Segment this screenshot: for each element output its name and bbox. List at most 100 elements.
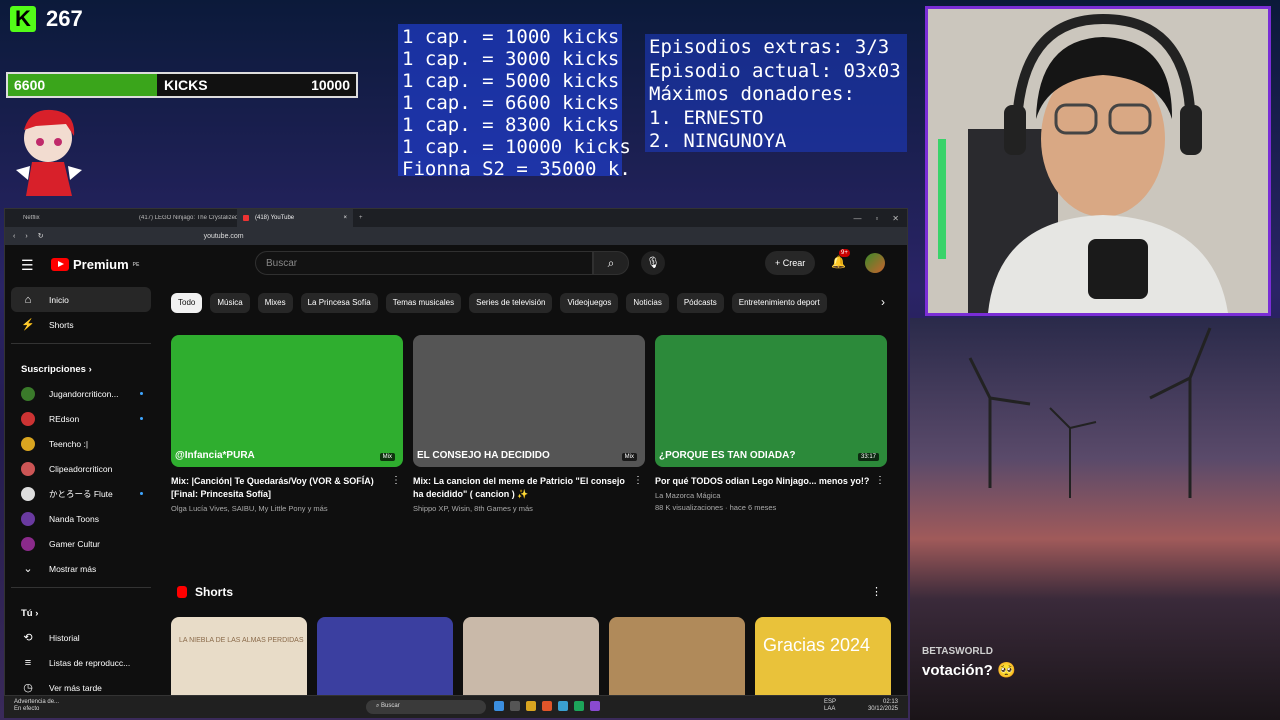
sidebar: ⌂ Inicio ⚡ Shorts Suscripciones › Jugandorcri… xyxy=(11,287,151,695)
filter-chip[interactable]: Pódcasts xyxy=(676,293,724,313)
more-options-icon[interactable]: ⋮ xyxy=(633,475,643,486)
taskbar-search[interactable]: ⌕ Buscar xyxy=(366,700,486,714)
taskbar: Advertencia de... En efecto ⌕ Buscar ESP… xyxy=(4,696,908,718)
more-options-icon[interactable]: ⋮ xyxy=(391,475,401,486)
sidebar-item-label: Historial xyxy=(49,632,80,643)
subscription-item[interactable]: Gamer Cultur xyxy=(11,531,151,556)
kick-counter: K 267 xyxy=(10,6,83,32)
filter-chip[interactable]: Series de televisión xyxy=(469,293,553,313)
video-thumbnail[interactable]: EL CONSEJO HA DECIDIDO Mix xyxy=(413,335,645,467)
video-card[interactable]: ¿PORQUE ES TAN ODIADA? 33:17 Por qué TODOS… xyxy=(655,335,887,513)
clock[interactable]: 02:13 30/12/2025 xyxy=(868,699,898,713)
video-card[interactable]: EL CONSEJO HA DECIDIDO Mix Mix: La cancion… xyxy=(413,335,645,513)
file-explorer-icon[interactable] xyxy=(526,701,536,711)
logo-region: PE xyxy=(132,261,140,268)
notifications-icon[interactable]: 🔔 xyxy=(831,255,846,269)
video-card[interactable]: @Infancia*PURA Mix Mix: |Canción| Te Queda… xyxy=(171,335,403,513)
microphone-icon[interactable]: 🎙 xyxy=(641,251,665,275)
sidebar-item-inicio[interactable]: ⌂ Inicio xyxy=(11,287,151,312)
subscription-item[interactable]: Nanda Toons xyxy=(11,506,151,531)
brave-icon[interactable] xyxy=(542,701,552,711)
subscription-item[interactable]: Jugandorcriticon... xyxy=(11,381,151,406)
avatar[interactable] xyxy=(865,253,885,273)
filter-chip[interactable]: La Princesa Sofía xyxy=(300,293,378,313)
video-thumbnail[interactable]: ¿PORQUE ES TAN ODIADA? 33:17 xyxy=(655,335,887,467)
chevron-right-icon[interactable]: › xyxy=(881,295,885,309)
short-card[interactable]: LA NIEBLA DE LAS ALMAS PERDIDAS xyxy=(171,617,307,695)
windows-icon[interactable] xyxy=(494,701,504,711)
task-view-icon[interactable] xyxy=(510,701,520,711)
sidebar-item-clock[interactable]: ◷ Ver más tarde xyxy=(11,675,151,695)
app2-icon[interactable] xyxy=(590,701,600,711)
notification-badge: 9+ xyxy=(839,249,850,257)
search-icon[interactable]: ⌕ xyxy=(593,251,629,275)
video-title[interactable]: Mix: |Canción| Te Quedarás/Voy (VOR & SO… xyxy=(171,475,403,501)
menu-icon[interactable]: ☰ xyxy=(21,257,34,274)
browser-tab[interactable]: Netflix xyxy=(5,215,121,221)
close-tab-icon[interactable]: × xyxy=(343,209,347,227)
goal-end: 10000 xyxy=(311,77,350,93)
close-window-icon[interactable]: ✕ xyxy=(892,214,899,223)
mascot-character xyxy=(16,109,82,196)
maximize-icon[interactable]: ▫ xyxy=(875,214,878,223)
sidebar-item-history[interactable]: ⟲ Historial xyxy=(11,625,151,650)
browser-tab[interactable]: (418) YouTube × xyxy=(237,209,353,227)
short-card[interactable] xyxy=(609,617,745,695)
filter-chip[interactable]: Mixes xyxy=(257,293,293,313)
edge-icon[interactable] xyxy=(558,701,568,711)
filter-chip[interactable]: Todo xyxy=(171,293,203,313)
reload-icon[interactable]: ↻ xyxy=(38,232,44,240)
channel-name: Gamer Cultur xyxy=(49,538,101,549)
filter-chip[interactable]: Noticias xyxy=(626,293,669,313)
more-options-icon[interactable]: ⋮ xyxy=(875,475,885,486)
chapter-goal-line: 1 cap. = 6600 kicks xyxy=(402,92,620,114)
url-text[interactable]: youtube.com xyxy=(204,233,244,240)
forward-icon[interactable]: › xyxy=(25,233,27,240)
filter-chip[interactable]: Temas musicales xyxy=(385,293,462,313)
short-thumbnail-text: Gracias 2024 xyxy=(763,635,871,655)
short-card[interactable] xyxy=(317,617,453,695)
language-indicator[interactable]: ESP LAA xyxy=(824,699,836,713)
app-icon[interactable] xyxy=(574,701,584,711)
you-heading[interactable]: Tú › xyxy=(11,594,151,625)
minimize-icon[interactable]: — xyxy=(853,214,861,223)
chapter-goal-line: 1 cap. = 8300 kicks xyxy=(402,114,620,136)
shorts-title: Shorts xyxy=(195,585,234,599)
channel-avatar xyxy=(21,386,35,401)
filter-chip[interactable]: Música xyxy=(210,293,250,313)
video-title[interactable]: Mix: La cancion del meme de Patricio "El… xyxy=(413,475,645,501)
youtube-logo[interactable]: Premium PE xyxy=(51,257,139,272)
sidebar-item-label: Listas de reproducc... xyxy=(49,657,131,668)
video-channel: La Mazorca Mágica xyxy=(655,491,721,500)
sidebar-item-shorts[interactable]: ⚡ Shorts xyxy=(11,312,151,337)
short-card[interactable] xyxy=(463,617,599,695)
browser-tab[interactable]: (417) LEGO Ninjago: The Crystalized xyxy=(121,215,237,221)
new-tab-icon[interactable]: + xyxy=(359,215,363,221)
channel-avatar xyxy=(21,461,35,476)
taskbar-warning[interactable]: Advertencia de... En efecto xyxy=(14,699,59,713)
filter-chip[interactable]: Entretenimiento deport xyxy=(731,293,827,313)
sidebar-item-playlist[interactable]: ≡ Listas de reproducc... xyxy=(11,650,151,675)
subscription-item[interactable]: REdson xyxy=(11,406,151,431)
sidebar-item-label: Shorts xyxy=(49,319,74,330)
webcam-feed xyxy=(925,6,1271,316)
filter-chip[interactable]: Videojuegos xyxy=(560,293,619,313)
video-thumbnail[interactable]: @Infancia*PURA Mix xyxy=(171,335,403,467)
video-title[interactable]: Por qué TODOS odian Lego Ninjago... meno… xyxy=(655,475,887,488)
video-duration-badge: Mix xyxy=(621,453,637,461)
short-thumbnail-text: LA NIEBLA DE LAS ALMAS PERDIDAS xyxy=(179,637,304,644)
chat-message: BETASWORLD votación? 🥺 xyxy=(922,646,1272,679)
create-button[interactable]: + Crear xyxy=(765,251,816,275)
subscription-item[interactable]: Teencho :| xyxy=(11,431,151,456)
back-icon[interactable]: ‹ xyxy=(13,233,15,240)
show-more-button[interactable]: ⌄ Mostrar más xyxy=(11,556,151,581)
short-card[interactable]: Gracias 2024 xyxy=(755,617,891,695)
channel-name: Clipeadorcriticon xyxy=(49,463,113,474)
subscriptions-heading[interactable]: Suscripciones › xyxy=(11,350,151,381)
subscription-item[interactable]: かとろーる Flute xyxy=(11,481,151,506)
search-input[interactable]: Buscar xyxy=(255,251,593,275)
subscription-item[interactable]: Clipeadorcriticon xyxy=(11,456,151,481)
more-options-icon[interactable]: ⋮ xyxy=(871,585,882,598)
home-icon: ⌂ xyxy=(24,293,32,306)
new-content-dot xyxy=(140,417,143,420)
